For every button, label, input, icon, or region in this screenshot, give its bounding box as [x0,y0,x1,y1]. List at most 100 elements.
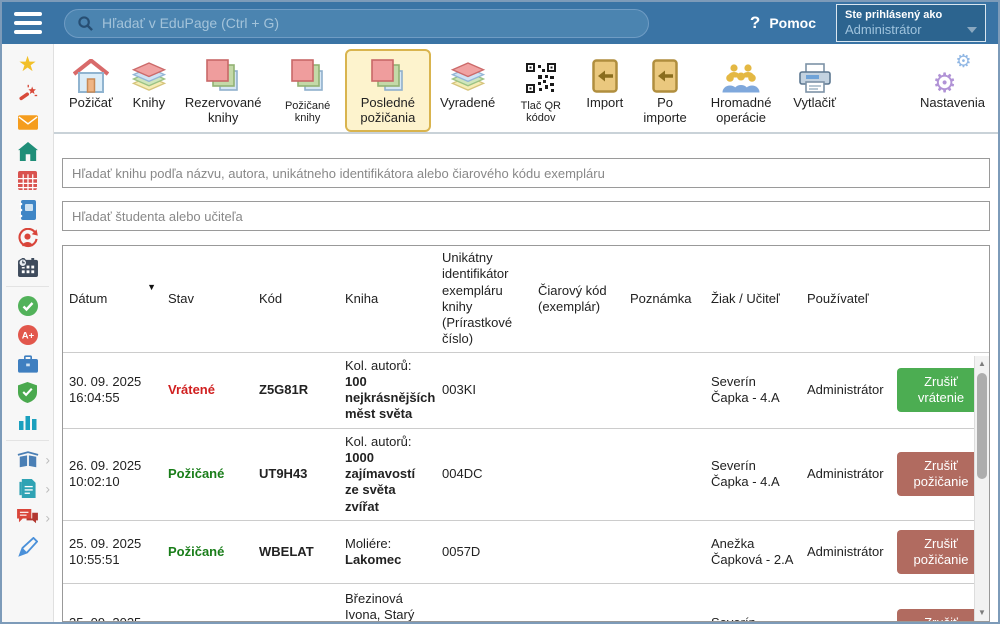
cell-barcode [532,428,624,520]
global-search[interactable] [64,9,649,38]
toolbar-item-label: Vyradené [440,96,495,111]
toolbar-item-import[interactable]: Import [577,49,632,118]
cell-uid: 0057D [436,520,532,583]
toolbar-item-knihy[interactable]: Knihy [122,49,176,118]
cell-code: UT9H43 [253,428,339,520]
shield-check-icon [18,382,37,403]
toolbar-item-rezervovane-knihy[interactable]: Rezervované knihy [176,49,271,132]
logged-in-user-dropdown[interactable]: Ste prihlásený ako Administrátor [836,4,986,42]
toolbar-item-label: Posledné požičania [354,96,422,125]
toolbar-item-vyradene[interactable]: Vyradené [431,49,504,118]
toolbar-item-pozicat[interactable]: Požičať [60,49,122,118]
table-row: 26. 09. 202510:02:10 Požičané UT9H43 Kol… [63,428,989,520]
sidebar-item-statistics[interactable] [2,407,53,436]
sidebar-item-agenda[interactable] [2,349,53,378]
toolbar-item-label: Požičať [69,96,113,111]
chevron-right-icon: › [45,509,50,525]
sidebar-item-rights[interactable] [2,378,53,407]
toolbar-item-nastavenia[interactable]: ⚙⚙ Nastavenia [911,49,994,118]
cell-person: Severín Čapka - 4.A [705,352,801,428]
home-icon [18,142,38,161]
scroll-up-button[interactable]: ▲ [975,359,989,368]
cell-note [624,583,705,622]
qr-code-icon [526,55,556,93]
column-header-ziak-ucitel[interactable]: Žiak / Učiteľ [705,246,801,352]
cell-date: 26. 09. 202510:02:10 [63,428,162,520]
column-header-pouzivatel[interactable]: Používateľ [801,246,891,352]
toolbar-item-label: Knihy [133,96,166,111]
chevron-right-icon: › [45,451,50,467]
table-row: 25. 09. 202510:55:51 Požičané WBELAT Mol… [63,520,989,583]
printer-icon [798,55,832,93]
column-header-kod[interactable]: Kód [253,246,339,352]
toolbar-item-tlac-qr-kodov[interactable]: Tlač QR kódov [504,49,577,132]
cell-barcode [532,583,624,622]
cancel-borrow-button[interactable]: Zrušiť požičanie [897,609,985,622]
status-badge: Vrátené [162,352,253,428]
scroll-thumb[interactable] [977,373,987,479]
sidebar-item-grades[interactable]: A+ [2,320,53,349]
sidebar-item-library[interactable]: › [2,445,53,474]
check-circle-icon [18,296,38,316]
sidebar-item-chat[interactable]: › [2,503,53,532]
cell-uid: 004DC [436,428,532,520]
column-header-uid[interactable]: Unikátny identifikátor exempláru knihy (… [436,246,532,352]
star-icon: ★ [18,54,37,75]
magic-wand-icon [18,84,38,104]
column-header-kniha[interactable]: Kniha [339,246,436,352]
stacked-squares-icon [370,55,406,93]
stacked-squares-icon [290,55,326,93]
hamburger-menu-icon[interactable] [14,12,42,34]
sidebar-item-edit[interactable] [2,532,53,561]
toolbar-item-posledne-pozicania[interactable]: Posledné požičania [345,49,431,132]
cell-user: Administrátor [801,428,891,520]
sidebar-item-documents[interactable]: › [2,474,53,503]
cancel-return-button[interactable]: Zrušiť vrátenie [897,368,985,413]
document-icon [19,479,36,498]
sidebar-item-schedule[interactable] [2,253,53,282]
book-search-input[interactable] [62,158,990,188]
stacked-squares-icon [205,55,241,93]
import-icon [652,55,678,93]
sidebar-item-wizard[interactable] [2,79,53,108]
column-header-ciarovy-kod[interactable]: Čiarový kód (exemplár) [532,246,624,352]
person-search-input[interactable] [62,201,990,231]
global-search-input[interactable] [102,15,635,31]
sort-descending-icon[interactable]: ▼ [147,282,156,293]
toolbar-item-hromadne-operacie[interactable]: Hromadné operácie [698,49,784,132]
sidebar-item-parents[interactable] [2,224,53,253]
library-toolbar: Požičať Knihy Rezervované knihy [54,44,998,134]
cell-book: Březinová Ivona, Starý Milan:Ilustrovaná… [339,583,436,622]
chevron-right-icon: › [45,480,50,496]
speech-bubbles-icon [17,509,38,527]
vertical-scrollbar[interactable]: ▲ ▼ [974,356,989,621]
toolbar-item-vytlacit[interactable]: Vytlačiť [784,49,845,118]
cancel-borrow-button[interactable]: Zrušiť požičanie [897,452,985,497]
cell-user: Administrátor [801,583,891,622]
toolbar-item-po-importe[interactable]: Po importe [632,49,698,132]
sidebar-item-timetable[interactable] [2,166,53,195]
cell-note [624,520,705,583]
table-row: 30. 09. 202516:04:55 Vrátené Z5G81R Kol.… [63,352,989,428]
column-header-stav[interactable]: Stav [162,246,253,352]
cell-code: LNZWFL [253,583,339,622]
sidebar-item-notebook[interactable] [2,195,53,224]
column-header-poznamka[interactable]: Poznámka [624,246,705,352]
bar-chart-icon [19,413,37,430]
cancel-borrow-button[interactable]: Zrušiť požičanie [897,530,985,575]
sidebar-item-mail[interactable] [2,108,53,137]
help-button[interactable]: ? Pomoc [750,13,816,33]
toolbar-item-pozicane-knihy[interactable]: Požičané knihy [271,49,345,132]
notebook-icon [19,200,36,220]
sidebar-item-attendance[interactable] [2,291,53,320]
scroll-down-button[interactable]: ▼ [975,608,989,617]
column-header-datum[interactable]: Dátum▼ [63,246,162,352]
cell-user: Administrátor [801,352,891,428]
sidebar-item-home[interactable] [2,137,53,166]
toolbar-item-label: Po importe [641,96,689,125]
sidebar-item-favorites[interactable]: ★ [2,50,53,79]
help-label: Pomoc [769,15,816,31]
cell-code: WBELAT [253,520,339,583]
people-icon [722,55,760,93]
question-mark-icon: ? [750,13,760,33]
